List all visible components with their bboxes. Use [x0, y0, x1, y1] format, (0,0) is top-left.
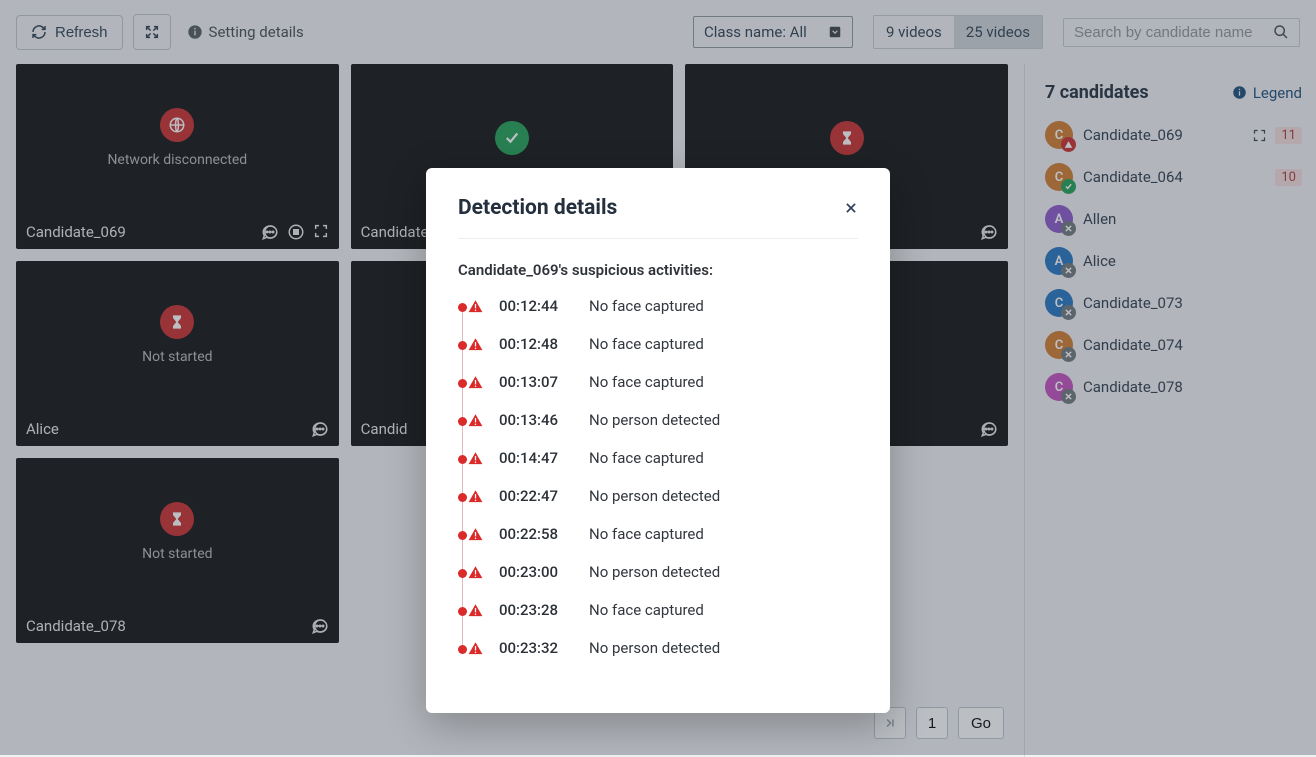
events-timeline: 00:12:44 No face captured 00:12:48 No fa… [458, 297, 858, 657]
event-time: 00:14:47 [499, 449, 573, 467]
detection-event: 00:14:47 No face captured [468, 449, 858, 467]
event-description: No face captured [589, 601, 704, 619]
modal-title: Detection details [458, 196, 617, 220]
detection-event: 00:22:47 No person detected [468, 487, 858, 505]
warning-icon [468, 375, 483, 390]
detection-details-modal: Detection details Candidate_069's suspic… [426, 168, 890, 713]
modal-close-button[interactable] [844, 201, 858, 215]
event-description: No person detected [589, 639, 720, 657]
warning-icon [468, 527, 483, 542]
warning-icon [468, 489, 483, 504]
event-description: No face captured [589, 335, 704, 353]
event-description: No face captured [589, 525, 704, 543]
close-icon [844, 201, 858, 215]
warning-icon [468, 337, 483, 352]
event-description: No person detected [589, 563, 720, 581]
warning-icon [468, 565, 483, 580]
detection-event: 00:23:00 No person detected [468, 563, 858, 581]
event-description: No face captured [589, 449, 704, 467]
modal-overlay[interactable]: Detection details Candidate_069's suspic… [0, 0, 1316, 755]
event-description: No person detected [589, 487, 720, 505]
event-description: No person detected [589, 411, 720, 429]
event-time: 00:23:28 [499, 601, 573, 619]
modal-subtitle: Candidate_069's suspicious activities: [458, 261, 858, 279]
detection-event: 00:13:46 No person detected [468, 411, 858, 429]
event-time: 00:23:00 [499, 563, 573, 581]
modal-header: Detection details [458, 196, 858, 239]
warning-icon [468, 413, 483, 428]
warning-icon [468, 641, 483, 656]
event-time: 00:22:58 [499, 525, 573, 543]
event-time: 00:23:32 [499, 639, 573, 657]
event-time: 00:12:44 [499, 297, 573, 315]
detection-event: 00:22:58 No face captured [468, 525, 858, 543]
event-time: 00:13:46 [499, 411, 573, 429]
detection-event: 00:13:07 No face captured [468, 373, 858, 391]
detection-event: 00:12:44 No face captured [468, 297, 858, 315]
warning-icon [468, 451, 483, 466]
detection-event: 00:12:48 No face captured [468, 335, 858, 353]
event-description: No face captured [589, 297, 704, 315]
detection-event: 00:23:28 No face captured [468, 601, 858, 619]
event-time: 00:22:47 [499, 487, 573, 505]
warning-icon [468, 299, 483, 314]
event-time: 00:13:07 [499, 373, 573, 391]
event-description: No face captured [589, 373, 704, 391]
detection-event: 00:23:32 No person detected [468, 639, 858, 657]
warning-icon [468, 603, 483, 618]
event-time: 00:12:48 [499, 335, 573, 353]
